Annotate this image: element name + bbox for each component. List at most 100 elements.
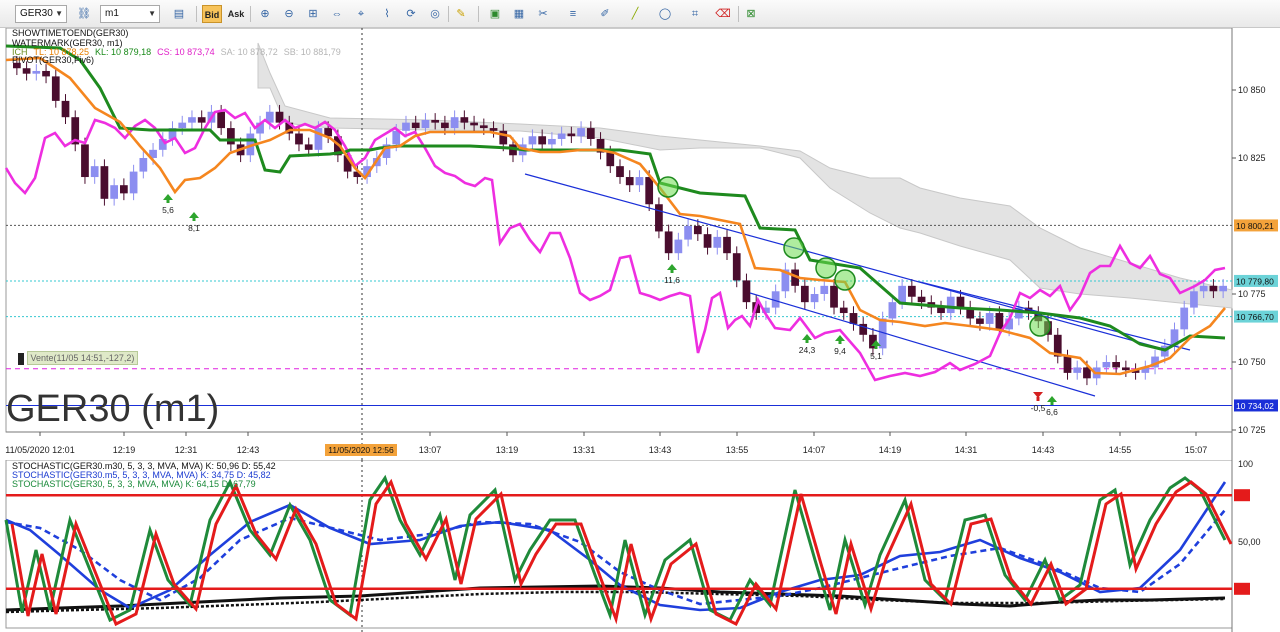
candle-body	[723, 236, 731, 254]
candle-body	[421, 119, 430, 129]
candle-body	[1199, 285, 1208, 292]
candle-body	[100, 166, 109, 199]
candle-body	[684, 226, 692, 240]
time-tick-label: 13:43	[649, 445, 672, 455]
candle-body	[188, 117, 196, 123]
line-style-icon[interactable]: ≡	[564, 5, 582, 23]
chart-watermark: GER30 (m1)	[6, 388, 220, 430]
candle-body	[441, 122, 449, 129]
zoom-in-icon[interactable]: ⊕	[256, 5, 274, 23]
crosshair-icon[interactable]: ⌖	[352, 5, 370, 23]
candle-body	[42, 70, 50, 77]
candle-body	[693, 226, 702, 235]
candle-body	[1219, 285, 1227, 292]
arrow-stem	[838, 340, 842, 344]
trendline-icon[interactable]: ╱	[626, 5, 644, 23]
candle-body	[664, 231, 673, 254]
template-icon[interactable]: ▦	[510, 5, 528, 23]
position-icon	[18, 353, 24, 365]
signal-label: 5,6	[162, 205, 174, 215]
stochastic-level-label: 50,00	[1238, 537, 1261, 547]
candle-body	[1209, 285, 1218, 292]
candle-body	[606, 152, 615, 167]
ask-button[interactable]: Ask	[226, 5, 246, 23]
candle-body	[304, 144, 313, 150]
layout-icon[interactable]: ⊠	[742, 5, 760, 23]
candle-body	[800, 285, 809, 303]
time-tick-label: 12:31	[175, 445, 198, 455]
chart-type-icon[interactable]: ▤	[170, 5, 188, 23]
shape-icon[interactable]: ◯	[656, 5, 674, 23]
pivot-lower-tag-text: 10 766,70	[1236, 312, 1274, 322]
time-tick-label: 14:55	[1109, 445, 1132, 455]
bid-button[interactable]: Bid	[202, 5, 222, 23]
candle-body	[295, 133, 303, 145]
globe-icon[interactable]: ◎	[426, 5, 444, 23]
candle-body	[392, 130, 401, 145]
cross-signal-circle	[815, 257, 837, 279]
zoom-fit-icon[interactable]: ⊞	[304, 5, 322, 23]
ruler-icon[interactable]: ✎	[452, 5, 470, 23]
candle-body	[616, 166, 624, 178]
position-label: Vente(11/05 14:51,-127,2)	[26, 351, 139, 366]
cross-signal-circle	[657, 176, 679, 198]
candle-body	[946, 296, 955, 314]
stochastic-level-label: 100	[1238, 460, 1253, 469]
candle-body	[1102, 362, 1111, 368]
tools-icon[interactable]: ✂	[534, 5, 552, 23]
level-20-tag	[1234, 582, 1250, 595]
candle-body	[1180, 307, 1189, 330]
chevron-down-icon: ▼	[55, 9, 63, 18]
candle-body	[995, 313, 1004, 330]
stochastic-legend: STOCHASTIC(GER30.m30, 5, 3, 3, MVA, MVA)…	[12, 462, 276, 489]
candle-body	[557, 133, 566, 139]
candle-body	[227, 128, 235, 145]
trading-app: GER30 ▼ ⛓ m1 ▼ ▤ Bid Ask ⊕ ⊖ ⊞ ⇔ ⌖ ⌇ ⟳ ◎…	[0, 0, 1280, 632]
eraser-icon[interactable]: ⌫	[714, 5, 732, 23]
candle-body	[22, 68, 31, 74]
cross-signal-circle	[834, 269, 856, 291]
time-tick-label: 11/05/2020 12:01	[5, 445, 74, 455]
arrow-stem	[874, 345, 878, 349]
signal-label: 5,1	[870, 351, 882, 361]
candle-body	[528, 136, 537, 145]
candle-body	[470, 122, 478, 126]
time-tick-label: 15:07	[1185, 445, 1208, 455]
time-tick-label: 14:31	[955, 445, 978, 455]
refresh-icon[interactable]: ⟳	[402, 5, 420, 23]
signal-label: -0,5	[1031, 403, 1046, 413]
candle-body	[577, 128, 585, 137]
candle-body	[1063, 356, 1072, 373]
price-tick-label: 10 725	[1238, 425, 1266, 435]
symbol-select[interactable]: GER30 ▼	[15, 5, 67, 23]
image-icon[interactable]: ▣	[486, 5, 504, 23]
candle-body	[178, 122, 187, 129]
link-icon[interactable]: ⛓	[75, 5, 93, 23]
toolbar-divider	[738, 6, 739, 22]
candle-body	[90, 166, 99, 178]
cross-signal-circle	[783, 237, 805, 259]
text-icon[interactable]: ⌗	[686, 5, 704, 23]
candle-body	[742, 280, 751, 303]
position-marker[interactable]: Vente(11/05 14:51,-127,2)	[18, 351, 139, 366]
indicator-label-pivot: PIVOT(GER30,Fiv6)	[12, 55, 95, 65]
zoom-out-icon[interactable]: ⊖	[280, 5, 298, 23]
arrow-stem	[1036, 397, 1040, 401]
candle-body	[839, 307, 848, 314]
stochastic-legend-row: STOCHASTIC(GER30, 5, 3, 3, MVA, MVA) K: …	[12, 479, 256, 489]
price-tick-label: 10 750	[1238, 357, 1266, 367]
scroll-icon[interactable]: ⇔	[328, 5, 346, 23]
cross-signal-circle	[1029, 315, 1051, 337]
candle-body	[567, 133, 576, 137]
time-tick-label: 12:19	[113, 445, 136, 455]
candle-body	[110, 185, 119, 199]
timeframe-select[interactable]: m1 ▼	[100, 5, 160, 23]
level-80-tag	[1234, 489, 1250, 502]
pencil-icon[interactable]: ✐	[596, 5, 614, 23]
candle-body	[655, 204, 663, 232]
toolbar-divider	[196, 6, 197, 22]
indicator-label-timer: SHOWTIMETOEND(GER30)	[12, 28, 129, 38]
candle-body	[956, 296, 965, 308]
indicator-icon[interactable]: ⌇	[378, 5, 396, 23]
candle-body	[985, 313, 994, 324]
